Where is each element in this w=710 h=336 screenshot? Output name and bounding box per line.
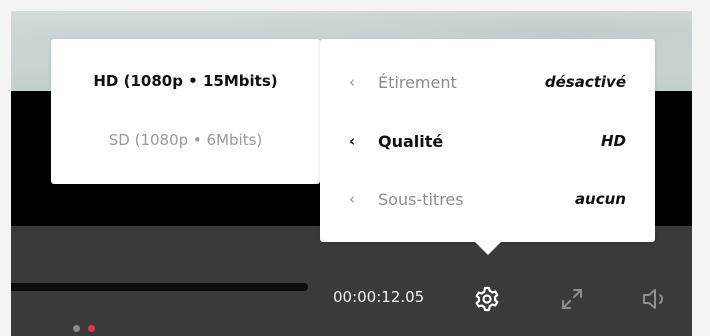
settings-row-value: HD [600, 132, 626, 150]
settings-row-label: Qualité [378, 131, 444, 151]
pagination-dot-active[interactable] [88, 325, 95, 332]
time-display: 00:00:12.05 [333, 288, 425, 306]
settings-row-label: Sous-titres [378, 189, 464, 209]
gear-icon[interactable] [470, 282, 504, 316]
chevron-left-icon: ‹ [349, 73, 355, 91]
settings-row-label: Étirement [378, 72, 457, 92]
settings-row-quality[interactable]: ‹ Qualité HD [320, 126, 655, 156]
volume-icon[interactable] [638, 282, 672, 316]
fullscreen-icon[interactable] [555, 282, 589, 316]
settings-row-stretch[interactable]: ‹ Étirement désactivé [320, 67, 655, 97]
settings-menu: ‹ Étirement désactivé ‹ Qualité HD ‹ Sou… [320, 39, 655, 255]
chevron-left-icon: ‹ [349, 132, 356, 150]
quality-option-hd[interactable]: HD (1080p • 15Mbits) [51, 72, 320, 90]
chevron-left-icon: ‹ [349, 190, 355, 208]
settings-row-value: aucun [574, 190, 626, 208]
control-bar: 00:00:12.05 [11, 226, 692, 336]
settings-row-value: désactivé [544, 73, 626, 91]
quality-option-sd[interactable]: SD (1080p • 6Mbits) [51, 131, 320, 149]
progress-bar[interactable] [11, 283, 308, 291]
pagination-dot[interactable] [73, 325, 80, 332]
pagination-dots [73, 325, 95, 332]
settings-row-subtitles[interactable]: ‹ Sous-titres aucun [320, 184, 655, 214]
quality-submenu: HD (1080p • 15Mbits) SD (1080p • 6Mbits) [51, 39, 320, 184]
